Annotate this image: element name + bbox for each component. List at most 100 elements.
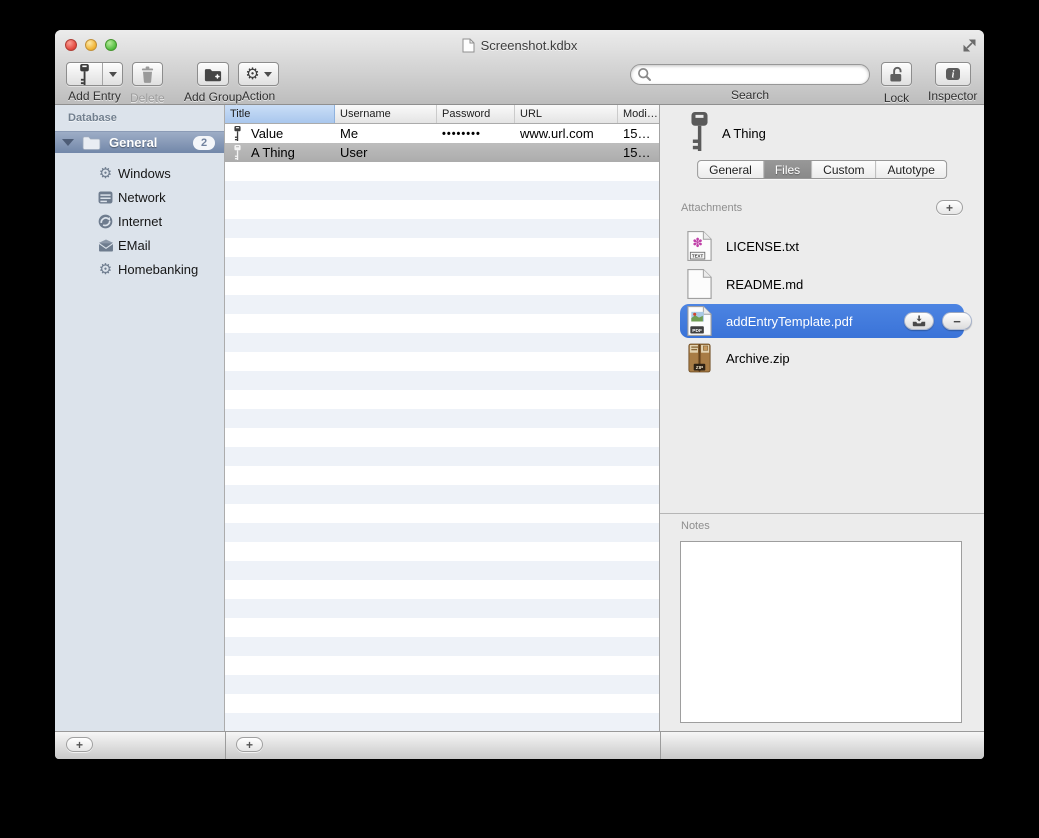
lock-button[interactable] bbox=[881, 62, 912, 86]
table-row-selected[interactable]: A Thing User 15… bbox=[225, 143, 659, 162]
search-label: Search bbox=[630, 88, 870, 102]
open-lock-icon bbox=[888, 65, 905, 83]
svg-text:TEXT: TEXT bbox=[692, 254, 704, 259]
chevron-down-icon bbox=[109, 72, 117, 77]
attachment-row[interactable]: README.md bbox=[660, 265, 984, 303]
markdown-file-icon bbox=[686, 268, 713, 300]
notes-textarea[interactable] bbox=[680, 541, 962, 723]
toolbar: Add Entry Delete Add Group ⚙ Actio bbox=[55, 60, 984, 105]
svg-text:✽: ✽ bbox=[692, 235, 703, 250]
zip-file-icon: ZIP bbox=[686, 342, 713, 374]
table-row[interactable]: Value Me •••••••• www.url.com 15… bbox=[225, 124, 659, 143]
key-icon bbox=[688, 112, 711, 151]
add-group-button[interactable] bbox=[197, 62, 229, 86]
password-dots: •••••••• bbox=[442, 128, 481, 140]
remove-attachment-button[interactable]: − bbox=[942, 312, 972, 330]
inspector-label: Inspector bbox=[928, 89, 977, 103]
app-window: Screenshot.kdbx Add Entry Delete bbox=[55, 30, 984, 759]
attachment-row[interactable]: ✽ TEXT LICENSE.txt bbox=[660, 227, 984, 265]
add-entry-label: Add Entry bbox=[66, 89, 123, 103]
trash-icon bbox=[140, 66, 155, 83]
search-icon bbox=[637, 67, 652, 82]
tab-files[interactable]: Files bbox=[764, 161, 812, 178]
sidebar-group-label: General bbox=[109, 135, 157, 150]
window-title: Screenshot.kdbx bbox=[481, 38, 578, 53]
tab-custom[interactable]: Custom bbox=[812, 161, 876, 178]
column-header-username[interactable]: Username bbox=[335, 105, 437, 123]
pdf-file-icon: PDF bbox=[686, 305, 713, 337]
sidebar-item-email[interactable]: EMail bbox=[55, 233, 224, 257]
folder-plus-icon bbox=[204, 67, 222, 82]
chevron-down-icon bbox=[264, 72, 272, 77]
inspector-button[interactable]: i bbox=[935, 62, 971, 86]
sidebar-item-label: Homebanking bbox=[118, 262, 198, 277]
sidebar-header: Database bbox=[68, 112, 117, 124]
empty-rows-area bbox=[225, 162, 659, 731]
add-group-label: Add Group bbox=[184, 90, 242, 104]
entry-count-badge: 2 bbox=[193, 136, 215, 150]
inspector-tabs: General Files Custom Autotype bbox=[697, 160, 947, 179]
document-icon bbox=[462, 38, 475, 53]
notes-header: Notes bbox=[681, 520, 710, 532]
column-header-title[interactable]: Title bbox=[225, 105, 335, 123]
tab-general[interactable]: General bbox=[698, 161, 764, 178]
add-attachment-button[interactable]: + bbox=[936, 200, 963, 215]
entry-title: A Thing bbox=[722, 126, 766, 141]
inspector-panel: A Thing General Files Custom Autotype At… bbox=[660, 105, 984, 731]
divider bbox=[225, 732, 226, 759]
text-file-icon: ✽ TEXT bbox=[686, 230, 713, 262]
add-entry-bottom-button[interactable]: + bbox=[236, 737, 263, 752]
add-entry-button[interactable] bbox=[66, 62, 123, 86]
action-label: Action bbox=[238, 89, 279, 103]
info-icon: i bbox=[945, 67, 961, 81]
lock-label: Lock bbox=[881, 91, 912, 105]
divider bbox=[660, 732, 661, 759]
folder-icon bbox=[82, 135, 101, 150]
column-header-modified[interactable]: Modi… bbox=[618, 105, 659, 123]
fullscreen-icon[interactable] bbox=[962, 38, 977, 53]
envelope-icon bbox=[97, 239, 114, 252]
delete-button[interactable] bbox=[132, 62, 163, 86]
gear-icon: ⚙ bbox=[97, 262, 114, 277]
key-icon bbox=[78, 64, 91, 85]
sidebar-item-network[interactable]: Network bbox=[55, 185, 224, 209]
action-button[interactable]: ⚙ bbox=[238, 62, 279, 86]
globe-icon bbox=[97, 214, 114, 229]
sidebar-item-label: Internet bbox=[118, 214, 162, 229]
export-attachment-button[interactable] bbox=[904, 312, 934, 330]
add-group-bottom-button[interactable]: + bbox=[66, 737, 93, 752]
table-header: Title Username Password URL Modi… bbox=[225, 105, 659, 124]
svg-text:ZIP: ZIP bbox=[696, 365, 704, 371]
sidebar-item-homebanking[interactable]: ⚙ Homebanking bbox=[55, 257, 224, 281]
attachments-list: ✽ TEXT LICENSE.txt README.md bbox=[660, 227, 984, 377]
attachments-header: Attachments bbox=[681, 202, 742, 214]
attachment-row[interactable]: ZIP Archive.zip bbox=[660, 339, 984, 377]
delete-label: Delete bbox=[130, 91, 165, 105]
attachment-row-selected[interactable]: PDF addEntryTemplate.pdf − bbox=[660, 303, 984, 339]
sidebar-item-label: Windows bbox=[118, 166, 171, 181]
key-icon bbox=[233, 126, 242, 141]
titlebar: Screenshot.kdbx bbox=[55, 30, 984, 60]
bottom-bar: + + bbox=[55, 731, 984, 759]
notes-section: Notes bbox=[660, 513, 984, 731]
sidebar-item-windows[interactable]: ⚙ Windows bbox=[55, 161, 224, 185]
sidebar-group-general[interactable]: General 2 bbox=[55, 131, 224, 153]
tab-autotype[interactable]: Autotype bbox=[877, 161, 946, 178]
sidebar: Database General 2 ⚙ Windows Network Int… bbox=[55, 105, 225, 731]
gear-icon: ⚙ bbox=[245, 66, 259, 82]
key-icon bbox=[233, 145, 242, 160]
sidebar-item-label: Network bbox=[118, 190, 166, 205]
sidebar-item-internet[interactable]: Internet bbox=[55, 209, 224, 233]
column-header-url[interactable]: URL bbox=[515, 105, 618, 123]
column-header-password[interactable]: Password bbox=[437, 105, 515, 123]
svg-text:i: i bbox=[951, 70, 954, 81]
entry-table: Title Username Password URL Modi… Value … bbox=[225, 105, 660, 731]
window-chrome: Screenshot.kdbx Add Entry Delete bbox=[55, 30, 984, 105]
server-icon bbox=[97, 191, 114, 204]
sidebar-item-label: EMail bbox=[118, 238, 151, 253]
disclosure-triangle-icon[interactable] bbox=[62, 139, 74, 146]
search-input[interactable] bbox=[630, 64, 870, 85]
export-icon bbox=[912, 315, 926, 327]
gear-icon: ⚙ bbox=[97, 166, 114, 181]
svg-text:PDF: PDF bbox=[692, 328, 702, 334]
